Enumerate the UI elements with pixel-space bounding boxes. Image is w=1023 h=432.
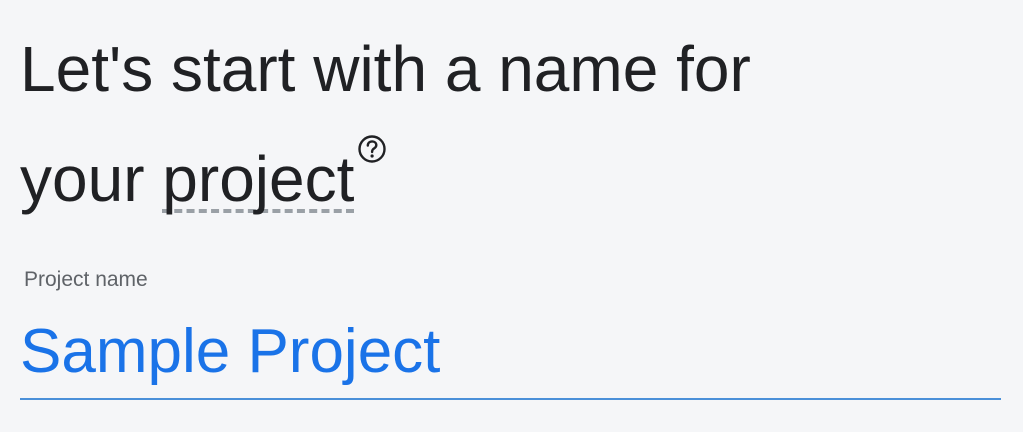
- page-title: Let's start with a name for your project: [20, 14, 1010, 234]
- help-circle-icon[interactable]: [357, 134, 387, 164]
- project-name-input[interactable]: [20, 304, 1001, 400]
- project-term-text: project: [162, 143, 355, 215]
- title-prefix: your: [20, 143, 163, 215]
- title-line-1: Let's start with a name for: [20, 33, 751, 105]
- project-term-link[interactable]: project: [162, 124, 355, 234]
- project-name-label: Project name: [24, 268, 148, 291]
